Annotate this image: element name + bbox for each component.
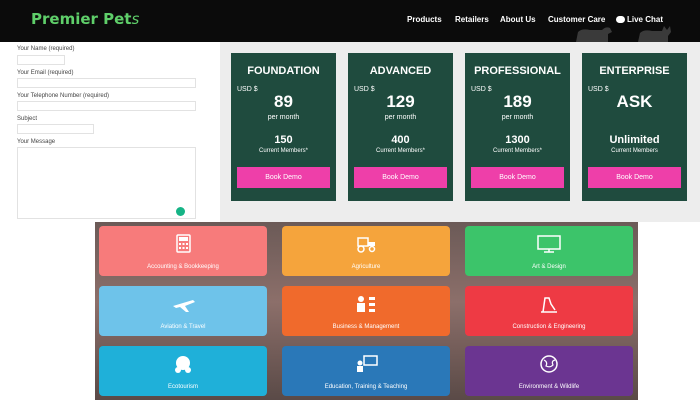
category-environment-wildlife[interactable]: Environment & Wildlife <box>465 346 633 396</box>
plan-period: per month <box>501 114 534 121</box>
phone-label: Your Telephone Number (required) <box>17 93 110 99</box>
plan-price: ASK <box>616 92 653 111</box>
crane-icon <box>541 297 557 313</box>
book-demo-button[interactable]: Book Demo <box>471 167 564 188</box>
logo-tail: s <box>131 10 140 28</box>
site-logo[interactable]: Premier Pets <box>31 10 139 28</box>
org-chart-icon <box>357 296 375 312</box>
category-label: Ecotourism <box>167 384 198 390</box>
category-label: Business & Management <box>332 324 400 330</box>
plan-name: ADVANCED <box>369 65 432 77</box>
plan-name: ENTERPRISE <box>599 65 670 77</box>
plan-card-advanced: ADVANCED USD $ 129 per month 400 Current… <box>348 53 453 201</box>
category-label: Art & Design <box>532 264 566 270</box>
book-demo-button[interactable]: Book Demo <box>354 167 447 188</box>
book-demo-button[interactable]: Book Demo <box>237 167 330 188</box>
plan-members-label: Current Members* <box>492 148 542 154</box>
message-label: Your Message <box>17 139 56 145</box>
plan-card-professional: PROFESSIONAL USD $ 189 per month 1300 Cu… <box>465 53 570 201</box>
contact-form: Your Name (required) Your Email (require… <box>0 42 220 222</box>
message-textarea[interactable] <box>17 147 196 219</box>
subject-field[interactable] <box>17 124 94 134</box>
category-label: Aviation & Travel <box>160 324 206 330</box>
category-label: Agriculture <box>351 264 381 270</box>
plan-members-count: 400 <box>391 134 410 146</box>
airplane-icon <box>173 300 195 312</box>
plan-members-count: 1300 <box>505 134 530 146</box>
monitor-icon <box>537 235 561 253</box>
logo-text: Premier Pet <box>31 10 132 28</box>
top-navigation-bar: Premier Pets Products Retailers About Us… <box>0 0 700 42</box>
email-field[interactable] <box>17 78 196 88</box>
dog-and-cat-silhouette-icon <box>576 26 671 42</box>
plan-members-label: Current Members* <box>375 148 425 154</box>
category-aviation-travel[interactable]: Aviation & Travel <box>99 286 267 336</box>
category-art-design[interactable]: Art & Design <box>465 226 633 276</box>
plan-price: 129 <box>386 92 415 111</box>
category-label: Environment & Wildlife <box>518 384 580 390</box>
category-accounting[interactable]: Accounting & Bookkeeping <box>99 226 267 276</box>
category-business-management[interactable]: Business & Management <box>282 286 450 336</box>
teacher-board-icon <box>357 355 378 372</box>
category-label: Accounting & Bookkeeping <box>147 264 219 270</box>
plan-members-count: 150 <box>274 134 293 146</box>
plan-members-count: Unlimited <box>609 134 660 146</box>
earth-icon <box>540 355 558 373</box>
plan-period: per month <box>384 114 417 121</box>
tractor-icon <box>357 237 376 253</box>
plan-card-foundation: FOUNDATION USD $ 89 per month 150 Curren… <box>231 53 336 201</box>
email-label: Your Email (required) <box>17 70 74 76</box>
calculator-icon <box>176 234 191 253</box>
name-label: Your Name (required) <box>17 46 75 52</box>
plan-price: 189 <box>503 92 532 111</box>
nav-about-us[interactable]: About Us <box>500 15 536 24</box>
subject-label: Subject <box>17 116 38 122</box>
phone-field[interactable] <box>17 101 196 111</box>
industry-categories-section: Accounting & Bookkeeping Agriculture Art… <box>95 222 638 400</box>
nav-retailers[interactable]: Retailers <box>455 15 489 24</box>
plan-members-label: Current Members* <box>258 148 308 154</box>
plan-card-enterprise: ENTERPRISE USD $ ASK Unlimited Current M… <box>582 53 687 201</box>
plan-period: per month <box>267 114 300 121</box>
category-ecotourism[interactable]: Ecotourism <box>99 346 267 396</box>
globe-people-icon <box>175 356 191 373</box>
category-agriculture[interactable]: Agriculture <box>282 226 450 276</box>
category-label: Construction & Engineering <box>512 324 586 330</box>
grammarly-icon[interactable] <box>176 207 185 216</box>
name-field[interactable] <box>17 55 65 65</box>
plan-price: 89 <box>274 92 293 111</box>
plan-members-label: Current Members <box>611 148 658 154</box>
nav-products[interactable]: Products <box>407 15 442 24</box>
book-demo-button[interactable]: Book Demo <box>588 167 681 188</box>
category-education-training[interactable]: Education, Training & Teaching <box>282 346 450 396</box>
plan-name: FOUNDATION <box>247 65 320 77</box>
category-construction-engineering[interactable]: Construction & Engineering <box>465 286 633 336</box>
category-label: Education, Training & Teaching <box>324 384 408 390</box>
plan-name: PROFESSIONAL <box>474 65 561 77</box>
